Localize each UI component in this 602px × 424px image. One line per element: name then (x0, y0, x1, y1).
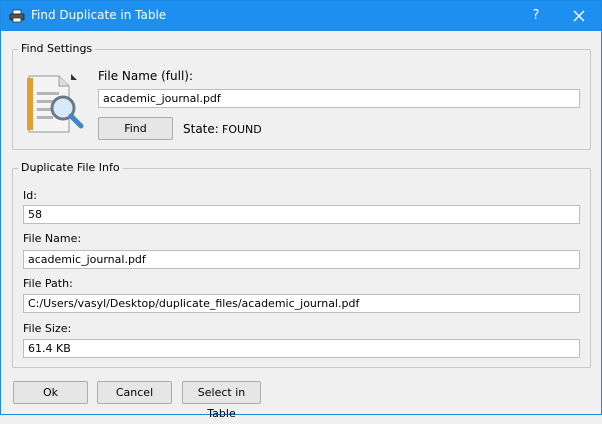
duplicate-info-title: Duplicate File Info (18, 161, 123, 174)
file-size-label: File Size: (23, 322, 72, 335)
window-title: Find Duplicate in Table (31, 8, 167, 22)
id-field[interactable]: 58 (23, 205, 580, 224)
close-button[interactable] (557, 1, 601, 31)
close-icon (573, 10, 585, 22)
file-size-field[interactable]: 61.4 KB (23, 339, 580, 358)
help-button[interactable]: ? (521, 1, 551, 31)
title-bar[interactable]: Find Duplicate in Table ? (1, 1, 601, 31)
select-in-table-button[interactable]: Select in Table (182, 381, 261, 420)
duplicate-file-info-group: Duplicate File Info Id: 58 File Name: ac… (12, 161, 591, 368)
printer-icon (9, 9, 25, 23)
state-value: FOUND (222, 123, 262, 136)
state-label: State: (183, 122, 219, 136)
find-file-name-input[interactable]: academic_journal.pdf (98, 89, 580, 108)
dialog-window: Find Duplicate in Table ? Find Settings (0, 0, 602, 420)
file-name-label: File Name: (23, 232, 82, 245)
find-settings-group: Find Settings File Name (full): academic… (12, 42, 591, 150)
file-path-label: File Path: (23, 277, 73, 290)
id-label: Id: (23, 189, 37, 202)
find-file-name-label: File Name (full): (98, 69, 194, 83)
find-settings-title: Find Settings (18, 42, 96, 55)
file-path-field[interactable]: C:/Users/vasyl/Desktop/duplicate_files/a… (23, 294, 580, 313)
cancel-button[interactable]: Cancel (97, 381, 172, 404)
find-button[interactable]: Find (98, 117, 173, 140)
file-name-field[interactable]: academic_journal.pdf (23, 250, 580, 269)
document-search-icon (25, 70, 87, 136)
ok-button[interactable]: Ok (13, 381, 88, 404)
